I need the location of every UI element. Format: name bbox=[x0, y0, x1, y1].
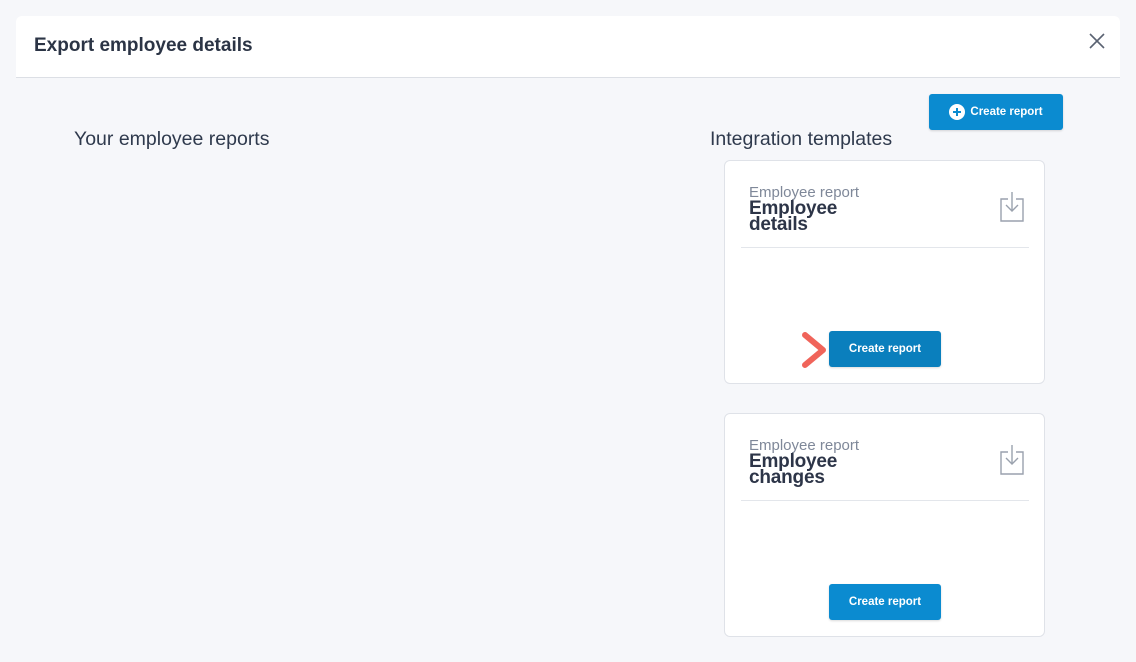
template-card-employee-changes: Employee report Employee changes Create … bbox=[724, 413, 1045, 637]
templates-heading: Integration templates bbox=[710, 128, 893, 150]
card-divider bbox=[741, 247, 1029, 248]
close-icon bbox=[1089, 33, 1105, 49]
download-button[interactable] bbox=[999, 444, 1025, 476]
create-report-button-employee-details[interactable]: Create report bbox=[829, 331, 941, 367]
template-card-employee-details: Employee report Employee details Create … bbox=[724, 160, 1045, 384]
your-reports-heading: Your employee reports bbox=[74, 128, 270, 150]
export-modal: Export employee details Create report Yo… bbox=[0, 0, 1136, 662]
download-icon bbox=[1000, 192, 1024, 222]
modal-title: Export employee details bbox=[34, 35, 253, 56]
create-report-button[interactable]: Create report bbox=[929, 94, 1063, 130]
download-button[interactable] bbox=[999, 191, 1025, 223]
card-divider bbox=[741, 500, 1029, 501]
card-title: Employee changes bbox=[749, 452, 909, 488]
card-title: Employee details bbox=[749, 199, 909, 235]
create-report-label: Create report bbox=[970, 106, 1043, 118]
plus-circle-icon bbox=[949, 104, 966, 120]
close-button[interactable] bbox=[1086, 30, 1108, 52]
card-title-line2: details bbox=[749, 214, 808, 235]
card-title-line2: changes bbox=[749, 467, 825, 488]
chevron-right-icon bbox=[802, 332, 826, 368]
create-report-button-employee-changes[interactable]: Create report bbox=[829, 584, 941, 620]
download-icon bbox=[1000, 445, 1024, 475]
modal-header: Export employee details bbox=[16, 16, 1120, 78]
